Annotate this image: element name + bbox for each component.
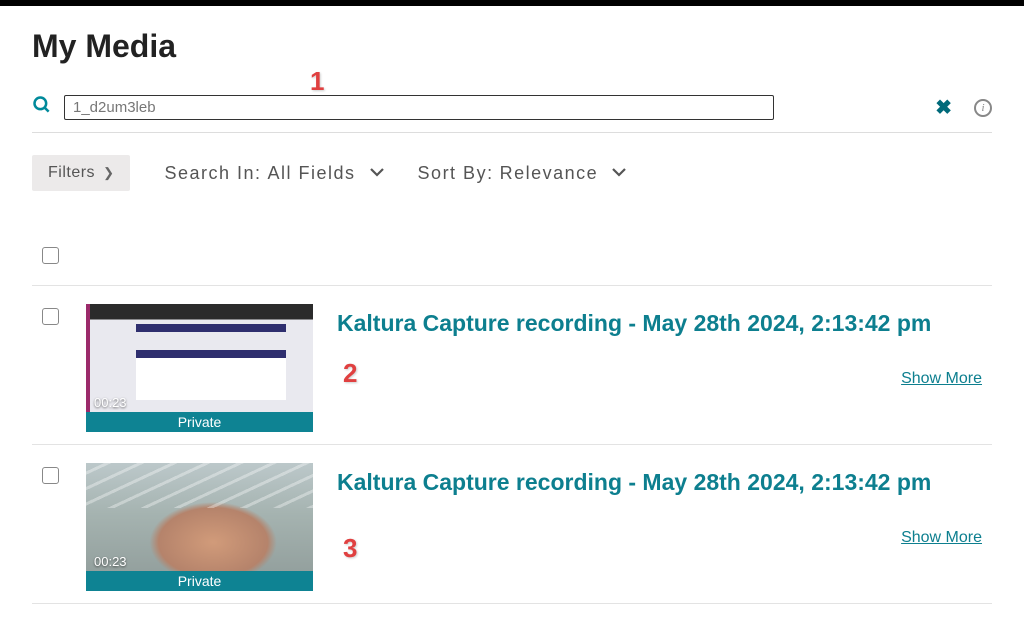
thumbnail-duration: 00:23 <box>94 554 127 569</box>
clear-search-icon[interactable]: ✖ <box>935 95 952 120</box>
thumbnail-privacy-badge: Private <box>86 571 313 591</box>
media-row: 00:23 Private Kaltura Capture recording … <box>32 286 992 445</box>
show-more-link[interactable]: Show More <box>901 529 982 547</box>
media-checkbox[interactable] <box>42 467 59 484</box>
chevron-right-icon: ❯ <box>103 165 114 181</box>
search-input[interactable] <box>64 95 774 120</box>
page-title: My Media <box>32 28 992 65</box>
filters-button-label: Filters <box>48 164 95 182</box>
search-icon <box>32 95 52 120</box>
search-in-prefix: Search In: <box>164 163 261 184</box>
sort-by-dropdown[interactable]: Sort By: Relevance <box>418 163 627 184</box>
sort-by-prefix: Sort By: <box>418 163 494 184</box>
chevron-down-icon <box>370 167 384 177</box>
annotation-2: 2 <box>343 358 357 389</box>
media-thumbnail[interactable]: 00:23 Private <box>86 304 313 432</box>
media-title[interactable]: Kaltura Capture recording - May 28th 202… <box>337 469 982 496</box>
filters-button[interactable]: Filters ❯ <box>32 155 130 191</box>
select-all-checkbox[interactable] <box>42 247 59 264</box>
media-row: 00:23 Private Kaltura Capture recording … <box>32 445 992 604</box>
annotation-3: 3 <box>343 533 357 564</box>
filter-toolbar: Filters ❯ Search In: All Fields Sort By:… <box>32 155 992 191</box>
divider <box>32 132 992 133</box>
search-bar: ✖ i <box>32 95 992 124</box>
chevron-down-icon <box>612 167 626 177</box>
thumbnail-privacy-badge: Private <box>86 412 313 432</box>
select-all-row <box>32 241 992 286</box>
search-in-dropdown[interactable]: Search In: All Fields <box>164 163 383 184</box>
search-in-value: All Fields <box>268 163 356 184</box>
media-checkbox[interactable] <box>42 308 59 325</box>
show-more-link[interactable]: Show More <box>901 370 982 388</box>
thumbnail-duration: 00:23 <box>94 395 127 410</box>
media-title[interactable]: Kaltura Capture recording - May 28th 202… <box>337 310 982 337</box>
info-icon[interactable]: i <box>974 99 992 117</box>
annotation-1: 1 <box>310 66 324 97</box>
sort-by-value: Relevance <box>500 163 599 184</box>
media-thumbnail[interactable]: 00:23 Private <box>86 463 313 591</box>
